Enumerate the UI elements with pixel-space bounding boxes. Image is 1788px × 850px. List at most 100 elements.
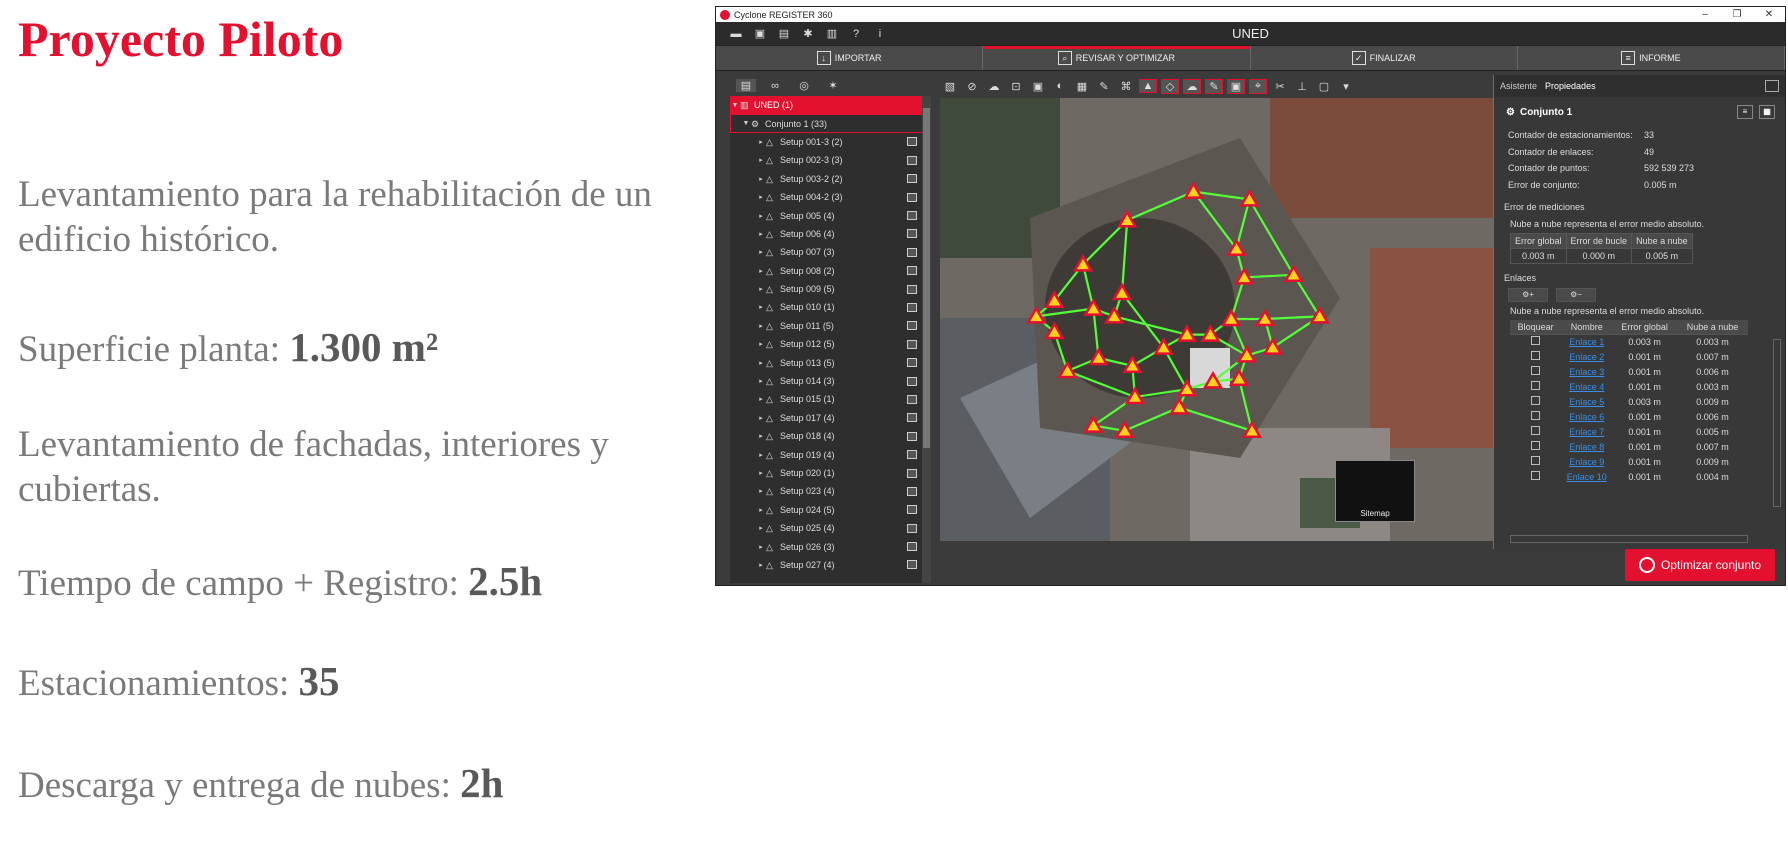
- image-icon[interactable]: [907, 247, 917, 257]
- tree-item-setup[interactable]: ▸ △ Setup 001-3 (2): [730, 133, 931, 151]
- expand-arrow-icon[interactable]: ▸: [756, 156, 766, 164]
- links-header[interactable]: Nube a nube: [1676, 320, 1748, 335]
- info-icon[interactable]: i: [872, 28, 888, 40]
- link-add-icon[interactable]: ⚙+: [1508, 288, 1548, 302]
- zoom-fit-icon[interactable]: ⊡: [1007, 80, 1025, 93]
- camera-icon[interactable]: ▣: [1029, 80, 1047, 93]
- help-icon[interactable]: ?: [848, 28, 864, 40]
- collapse-arrow-icon[interactable]: ▼: [741, 120, 751, 127]
- expand-arrow-icon[interactable]: ▸: [756, 212, 766, 220]
- tree-item-setup[interactable]: ▸ △ Setup 006 (4): [730, 225, 931, 243]
- link-remove-icon[interactable]: ⚙−: [1556, 288, 1596, 302]
- expand-arrow-icon[interactable]: ▸: [756, 230, 766, 238]
- link-row[interactable]: Enlace 9 0.001 m 0.009 m: [1510, 454, 1748, 469]
- tree-item-setup[interactable]: ▸ △ Setup 019 (4): [730, 445, 931, 463]
- link-row[interactable]: Enlace 10 0.001 m 0.004 m: [1510, 469, 1748, 484]
- expand-arrow-icon[interactable]: ▸: [756, 285, 766, 293]
- tree-item-setup[interactable]: ▸ △ Setup 005 (4): [730, 206, 931, 224]
- show-setups-icon[interactable]: ▲: [1139, 79, 1157, 93]
- tree-item-setup[interactable]: ▸ △ Setup 003-2 (2): [730, 170, 931, 188]
- image-icon[interactable]: [907, 376, 917, 386]
- minimize-button[interactable]: –: [1689, 9, 1721, 20]
- expand-arrow-icon[interactable]: ▸: [756, 414, 766, 422]
- tree-item-setup[interactable]: ▸ △ Setup 014 (3): [730, 372, 931, 390]
- image-icon[interactable]: [907, 137, 917, 147]
- link-name[interactable]: Enlace 1: [1561, 334, 1612, 349]
- image-icon[interactable]: [907, 302, 917, 312]
- lock-checkbox[interactable]: [1531, 426, 1541, 435]
- location-pin-icon[interactable]: ⌖: [1249, 78, 1267, 94]
- pencil-icon[interactable]: ✎: [1205, 78, 1223, 94]
- expand-arrow-icon[interactable]: ▸: [756, 377, 766, 385]
- sitemap-thumbnail[interactable]: Sitemap: [1335, 460, 1415, 522]
- expand-arrow-icon[interactable]: ▸: [756, 193, 766, 201]
- expand-arrow-icon[interactable]: ▸: [756, 395, 766, 403]
- expand-arrow-icon[interactable]: ▸: [756, 506, 766, 514]
- image-icon[interactable]: [907, 486, 917, 496]
- link-row[interactable]: Enlace 6 0.001 m 0.006 m: [1510, 409, 1748, 424]
- expand-arrow-icon[interactable]: ▸: [756, 432, 766, 440]
- tree-tab-globe-icon[interactable]: ◎: [794, 79, 814, 92]
- expand-arrow-icon[interactable]: ▸: [756, 322, 766, 330]
- tree-item-setup[interactable]: ▸ △ Setup 017 (4): [730, 409, 931, 427]
- grid-icon[interactable]: ▦: [1073, 80, 1091, 93]
- image-icon[interactable]: [907, 431, 917, 441]
- tree-item-setup[interactable]: ▸ △ Setup 012 (5): [730, 335, 931, 353]
- workflow-step-import[interactable]: ↓ IMPORTAR: [716, 46, 984, 70]
- image-icon[interactable]: [907, 192, 917, 202]
- links-horizontal-scrollbar[interactable]: [1510, 535, 1748, 543]
- expand-arrow-icon[interactable]: ▸: [756, 138, 766, 146]
- layers-icon[interactable]: ▧: [941, 80, 959, 93]
- snap-icon[interactable]: ⌘: [1117, 80, 1135, 93]
- tree-item-setup[interactable]: ▸ △ Setup 025 (4): [730, 519, 931, 537]
- link-name[interactable]: Enlace 9: [1561, 454, 1612, 469]
- link-name[interactable]: Enlace 8: [1561, 439, 1612, 454]
- expand-arrow-icon[interactable]: ▸: [756, 248, 766, 256]
- cloud-tool-icon[interactable]: ☁: [985, 80, 1003, 93]
- links-header[interactable]: Bloquear: [1510, 320, 1562, 335]
- lock-checkbox[interactable]: [1531, 396, 1541, 405]
- maximize-button[interactable]: ❐: [1721, 9, 1753, 20]
- link-tool-icon[interactable]: ⊘: [963, 80, 981, 93]
- expand-arrow-icon[interactable]: ▸: [756, 487, 766, 495]
- map-view[interactable]: Sitemap: [940, 98, 1493, 541]
- tree-item-setup[interactable]: ▸ △ Setup 020 (1): [730, 464, 931, 482]
- link-name[interactable]: Enlace 5: [1561, 394, 1612, 409]
- image-icon[interactable]: [907, 413, 917, 423]
- close-button[interactable]: ✕: [1753, 9, 1785, 20]
- grid-view-icon[interactable]: ▦: [1759, 105, 1775, 119]
- expand-arrow-icon[interactable]: ▸: [756, 469, 766, 477]
- image-icon[interactable]: [907, 284, 917, 294]
- links-vertical-scrollbar[interactable]: [1773, 339, 1781, 507]
- import-file-icon[interactable]: ▤: [776, 28, 792, 40]
- tree-scroll-thumb[interactable]: [923, 108, 930, 448]
- lock-checkbox[interactable]: [1531, 441, 1541, 450]
- measure-icon[interactable]: ✎: [1095, 80, 1113, 93]
- panel-undock-icon[interactable]: [1765, 80, 1779, 92]
- workflow-step-report[interactable]: ≡ INFORME: [1518, 46, 1785, 70]
- tab-properties[interactable]: Propiedades: [1545, 81, 1596, 91]
- expand-arrow-icon[interactable]: ▸: [756, 303, 766, 311]
- tree-item-setup[interactable]: ▸ △ Setup 002-3 (3): [730, 151, 931, 169]
- links-header[interactable]: Error global: [1612, 320, 1677, 335]
- axes-icon[interactable]: ⊥: [1293, 80, 1311, 93]
- image-icon[interactable]: [907, 229, 917, 239]
- tree-item-setup[interactable]: ▸ △ Setup 007 (3): [730, 243, 931, 261]
- image-icon[interactable]: [907, 358, 917, 368]
- links-header[interactable]: Nombre: [1561, 320, 1613, 335]
- link-row[interactable]: Enlace 3 0.001 m 0.006 m: [1510, 364, 1748, 379]
- expand-arrow-icon[interactable]: ▸: [756, 359, 766, 367]
- tree-item-setup[interactable]: ▸ △ Setup 008 (2): [730, 262, 931, 280]
- expand-arrow-icon[interactable]: ▸: [756, 267, 766, 275]
- tree-item-bundle[interactable]: ▼ ⚙ Conjunto 1 (33): [730, 114, 931, 133]
- lock-checkbox[interactable]: [1531, 336, 1541, 346]
- tree-item-setup[interactable]: ▸ △ Setup 027 (4): [730, 556, 931, 574]
- lock-checkbox[interactable]: [1531, 366, 1541, 375]
- image-icon[interactable]: [907, 155, 917, 165]
- image-icon[interactable]: [907, 211, 917, 221]
- image-icon[interactable]: [907, 339, 917, 349]
- image-icon[interactable]: [907, 266, 917, 276]
- link-name[interactable]: Enlace 7: [1561, 424, 1612, 439]
- optimize-bundle-button[interactable]: Optimizar conjunto: [1625, 549, 1775, 581]
- image-icon[interactable]: [907, 174, 917, 184]
